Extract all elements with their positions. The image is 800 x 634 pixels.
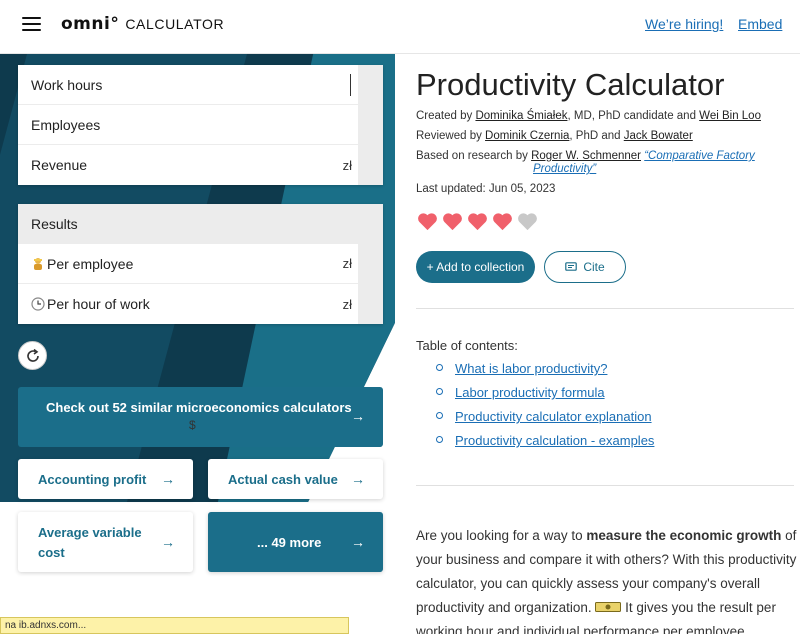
toc-item[interactable]: Labor productivity formula (455, 385, 605, 400)
inputs-card: Work hours Employees Revenue zł (18, 65, 383, 185)
input-employees[interactable]: Employees (18, 105, 383, 145)
add-to-collection-button[interactable]: + Add to collection (416, 251, 535, 283)
heart-filled-icon[interactable] (467, 212, 488, 231)
tile-actual-cash-value[interactable]: Actual cash value → (208, 459, 383, 499)
paragraph-bold: measure the economic growth (586, 528, 782, 543)
divider (416, 485, 794, 486)
results-title: Results (31, 216, 78, 232)
currency-unit: zł (342, 296, 352, 312)
meta-text: Based on research by (416, 150, 532, 162)
result-label: Per employee (47, 255, 134, 272)
menu-icon[interactable] (22, 17, 41, 31)
reviewed-by-line: Reviewed by Dominik Czernia, PhD and Jac… (416, 130, 693, 142)
reviewer-link[interactable]: Dominik Czernia (485, 130, 569, 142)
button-label: Check out 52 similar microeconomics calc… (46, 400, 352, 415)
results-card: Results Per employee zł Per hour of work… (18, 204, 383, 324)
reference-continued: Productivity” (533, 163, 596, 175)
arrow-right-icon: → (351, 534, 365, 550)
input-label: Employees (31, 116, 101, 133)
input-label: Work hours (31, 76, 103, 93)
arrow-right-icon: → (351, 408, 365, 424)
tile-label: Actual cash value (228, 472, 338, 487)
bullet-icon (436, 412, 443, 419)
logo-mark: omni° (61, 14, 120, 34)
result-per-employee[interactable]: Per employee zł (18, 244, 383, 284)
currency-unit: zł (342, 256, 352, 271)
created-by-line: Created by Dominika Śmiałek, MD, PhD can… (416, 110, 761, 122)
embed-link[interactable]: Embed (738, 16, 782, 32)
meta-text: Created by (416, 110, 476, 122)
meta-text: , MD, PhD candidate and (567, 110, 700, 122)
arrow-right-icon: → (161, 471, 175, 487)
reload-icon (26, 348, 39, 362)
result-label: Per hour of work (47, 296, 150, 312)
cite-button[interactable]: Cite (544, 251, 626, 283)
meta-text: , PhD and (569, 130, 624, 142)
logo-word: CALCULATOR (125, 16, 225, 32)
results-header: Results (18, 204, 383, 244)
dollar-icon: $ (189, 418, 196, 432)
toc-title: Table of contents: (416, 338, 518, 353)
tile-label: Accounting profit (38, 472, 147, 487)
input-revenue[interactable]: Revenue zł (18, 145, 383, 185)
bullet-icon (436, 364, 443, 371)
heart-filled-icon[interactable] (442, 212, 463, 231)
reference-link[interactable]: Productivity” (533, 163, 596, 175)
heart-empty-icon[interactable] (517, 212, 538, 231)
bullet-icon (436, 388, 443, 395)
meta-text: Reviewed by (416, 130, 486, 142)
heart-filled-icon[interactable] (417, 212, 438, 231)
input-work-hours[interactable]: Work hours (18, 65, 383, 105)
browser-status-bar: na ib.adnxs.com... (0, 617, 349, 634)
reference-link[interactable]: “Comparative Factory (644, 150, 755, 162)
last-updated: Last updated: Jun 05, 2023 (416, 183, 556, 195)
rating-hearts[interactable] (417, 212, 538, 231)
omni-logo[interactable]: omni° CALCULATOR (61, 14, 224, 34)
divider (416, 308, 794, 309)
money-emoji-icon (595, 602, 622, 612)
heart-filled-icon[interactable] (492, 212, 513, 231)
clock-emoji-icon (31, 297, 45, 311)
result-per-hour[interactable]: Per hour of work zł (18, 284, 383, 324)
reviewer-link[interactable]: Jack Bowater (624, 130, 693, 142)
bullet-icon (436, 436, 443, 443)
tile-average-variable-cost[interactable]: Average variable cost → (18, 512, 193, 572)
cite-label: Cite (583, 260, 605, 274)
tile-more-calculators[interactable]: ... 49 more → (208, 512, 383, 572)
author-link[interactable]: Wei Bin Loo (699, 110, 761, 122)
toc-item[interactable]: What is labor productivity? (455, 361, 607, 376)
tile-label: Average variable cost (38, 525, 142, 560)
tile-label: ... 49 more (257, 535, 322, 550)
currency-unit: zł (342, 157, 352, 173)
intro-paragraph: Are you looking for a way to measure the… (416, 524, 798, 634)
author-link[interactable]: Dominika Śmiałek (475, 110, 567, 122)
paragraph-text: Are you looking for a way to (416, 528, 587, 543)
top-header: omni° CALCULATOR We’re hiring! Embed (0, 0, 800, 54)
similar-calculators-button[interactable]: Check out 52 similar microeconomics calc… (18, 387, 383, 447)
page-title: Productivity Calculator (416, 67, 725, 102)
arrow-right-icon: → (161, 534, 175, 550)
researcher-link[interactable]: Roger W. Schmenner (531, 150, 641, 162)
based-on-line: Based on research by Roger W. Schmenner … (416, 150, 755, 162)
hiring-link[interactable]: We’re hiring! (645, 16, 723, 32)
toc-item[interactable]: Productivity calculation - examples (455, 433, 654, 448)
reset-button[interactable] (18, 341, 47, 370)
input-label: Revenue (31, 157, 88, 173)
worker-emoji-icon (34, 257, 42, 270)
quote-icon (565, 261, 578, 271)
text-caret (350, 74, 351, 96)
toc-item[interactable]: Productivity calculator explanation (455, 409, 652, 424)
arrow-right-icon: → (351, 471, 365, 487)
tile-accounting-profit[interactable]: Accounting profit → (18, 459, 193, 499)
